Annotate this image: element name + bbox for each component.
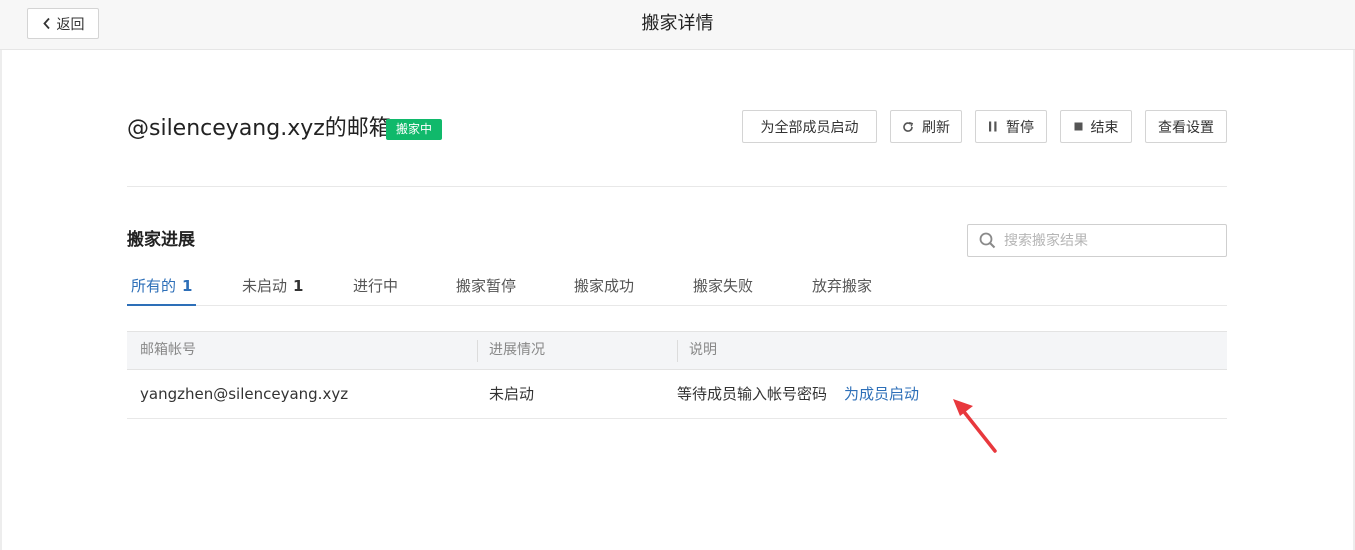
end-button[interactable]: 结束 [1060,110,1132,143]
tab-label: 所有的 [131,277,177,295]
red-arrow-icon [953,399,997,453]
column-header-note: 说明 [689,342,717,358]
tab-label: 未启动 [242,277,288,295]
row-account: yangzhen@silenceyang.xyz [140,385,349,403]
tab-succeeded[interactable]: 搬家成功 [574,268,634,306]
pause-label: 暂停 [1006,119,1034,136]
end-label: 结束 [1090,119,1119,136]
table-header: 邮箱帐号 进展情况 说明 [127,331,1227,370]
progress-section-title: 搬家进展 [127,230,195,250]
stop-icon [1074,122,1082,131]
tab-paused[interactable]: 搬家暂停 [456,268,516,306]
search-icon [979,232,996,249]
tab-count: 1 [293,277,304,295]
column-separator [677,340,678,362]
row-note: 等待成员输入帐号密码 [677,385,828,403]
progress-tabs: 所有的 1 未启动 1 进行中 搬家暂停 搬家成功 搬家失败 放弃搬家 [127,268,1227,306]
refresh-button[interactable]: 刷新 [890,110,962,143]
mailbox-title: @silenceyang.xyz的邮箱 [127,116,391,141]
column-separator [477,340,478,362]
start-all-button[interactable]: 为全部成员启动 [742,110,877,143]
tab-label: 搬家成功 [574,277,635,295]
view-settings-button[interactable]: 查看设置 [1145,110,1227,143]
status-badge: 搬家中 [386,119,443,140]
row-status: 未启动 [489,385,535,403]
tab-not-started[interactable]: 未启动 1 [242,268,303,306]
search-box[interactable] [967,224,1227,257]
tab-count: 1 [182,277,193,295]
row-note-cell: 等待成员输入帐号密码 为成员启动 [677,370,919,418]
start-for-member-link[interactable]: 为成员启动 [844,385,919,403]
back-button-label: 返回 [56,16,85,33]
tab-failed[interactable]: 搬家失败 [693,268,753,306]
page-title: 搬家详情 [641,13,714,34]
tab-in-progress[interactable]: 进行中 [353,268,398,306]
tab-all[interactable]: 所有的 1 [127,268,197,306]
refresh-label: 刷新 [922,119,950,136]
tab-label: 放弃搬家 [812,277,873,295]
column-header-account: 邮箱帐号 [140,342,196,358]
view-settings-label: 查看设置 [1158,119,1214,136]
pause-icon [989,121,997,132]
tab-label: 搬家失败 [693,277,754,295]
chevron-left-icon [42,17,50,30]
tab-abandoned[interactable]: 放弃搬家 [812,268,872,306]
top-bar: 搬家详情 返回 [0,0,1355,50]
tab-label: 进行中 [353,277,399,295]
search-input[interactable] [1004,232,1214,249]
start-all-label: 为全部成员启动 [760,119,859,136]
table-row: yangzhen@silenceyang.xyz 未启动 等待成员输入帐号密码为… [127,370,1227,419]
refresh-icon [903,121,914,132]
column-header-status: 进展情况 [489,342,545,358]
back-button[interactable]: 返回 [27,8,99,39]
tab-label: 搬家暂停 [456,277,517,295]
section-divider [127,186,1227,187]
pause-button[interactable]: 暂停 [975,110,1047,143]
frame-left-border [0,50,2,550]
